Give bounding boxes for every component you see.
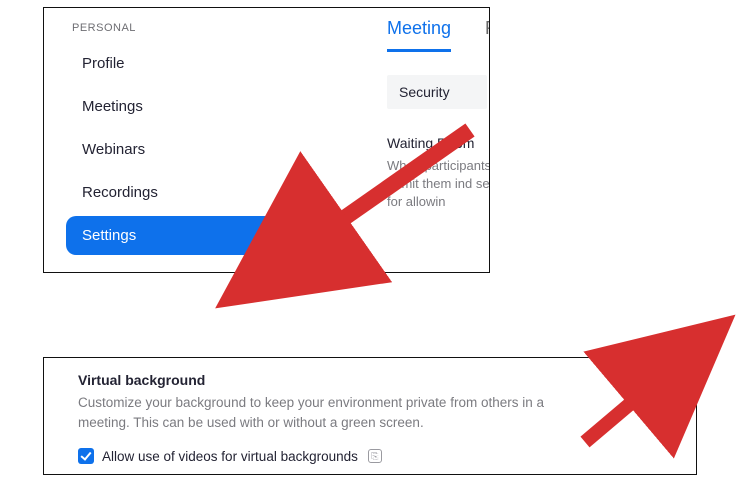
sidebar-item-profile[interactable]: Profile (66, 44, 322, 83)
waiting-room-setting: Waiting Room When participants to admit … (387, 135, 490, 212)
virtual-background-desc: Customize your background to keep your e… (78, 393, 598, 432)
sidebar-item-recordings[interactable]: Recordings (66, 173, 322, 212)
sidebar-section-label: PERSONAL (66, 22, 322, 34)
virtual-background-toggle[interactable] (636, 376, 670, 394)
allow-video-checkbox[interactable] (78, 448, 94, 464)
sidebar: PERSONAL Profile Meetings Webinars Recor… (44, 8, 344, 272)
sidebar-item-meetings[interactable]: Meetings (66, 87, 322, 126)
sidebar-item-webinars[interactable]: Webinars (66, 130, 322, 169)
virtual-background-video-row: Allow use of videos for virtual backgrou… (78, 448, 670, 464)
lock-icon: ⎘ (368, 449, 382, 463)
tab-recording[interactable]: Re (485, 18, 490, 52)
allow-video-label: Allow use of videos for virtual backgrou… (102, 449, 358, 464)
subnav: Security (387, 75, 489, 109)
subnav-security[interactable]: Security (387, 75, 487, 109)
sidebar-item-settings[interactable]: Settings (66, 216, 322, 255)
tab-meeting[interactable]: Meeting (387, 18, 451, 52)
settings-content: Meeting Re Security Waiting Room When pa… (369, 8, 489, 272)
virtual-background-text: Virtual background Customize your backgr… (78, 372, 598, 432)
waiting-room-desc: When participants to admit them ind sett… (387, 157, 490, 212)
virtual-background-panel: Virtual background Customize your backgr… (43, 357, 697, 475)
waiting-room-title: Waiting Room (387, 135, 490, 151)
tab-bar: Meeting Re (369, 18, 489, 53)
virtual-background-title: Virtual background (78, 372, 598, 388)
settings-nav-panel: PERSONAL Profile Meetings Webinars Recor… (43, 7, 490, 273)
